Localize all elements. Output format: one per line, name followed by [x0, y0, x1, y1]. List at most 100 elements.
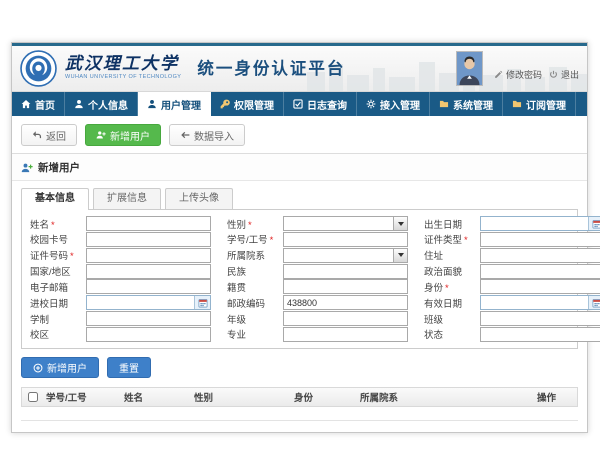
field-input-student-employee-id[interactable] — [283, 232, 408, 247]
form-actions: 新增用户 重置 — [21, 357, 578, 378]
form-field-row: 年级 — [227, 311, 408, 326]
add-user-toolbar-button[interactable]: 新增用户 — [85, 124, 161, 146]
field-label-valid-date: 有效日期 — [424, 296, 480, 310]
select-all-checkbox[interactable] — [28, 392, 38, 402]
calendar-icon-entry-date[interactable] — [194, 296, 210, 309]
form-field-row: 班级 — [424, 311, 600, 326]
nav-item-personal-info[interactable]: 个人信息 — [65, 92, 138, 116]
tab-basic-info[interactable]: 基本信息 — [21, 188, 89, 210]
form-field-row: 学号/工号* — [227, 232, 408, 247]
form-field-row: 证件类型* — [424, 232, 600, 247]
form-field-row: 政治面貌 — [424, 264, 600, 279]
table-header-6: 操作 — [535, 390, 577, 404]
folder-icon — [439, 99, 449, 109]
field-input-major[interactable] — [283, 327, 408, 342]
dropdown-arrow-department[interactable] — [393, 249, 407, 262]
required-asterisk: * — [51, 220, 55, 231]
add-user-toolbar-label: 新增用户 — [110, 128, 150, 143]
import-arrow-icon — [180, 130, 190, 140]
nav-item-log-query[interactable]: 日志查询 — [284, 92, 357, 116]
check-square-icon — [293, 99, 303, 109]
field-input-country-region[interactable] — [86, 264, 211, 279]
form-tabs: 基本信息 扩展信息 上传头像 — [21, 188, 578, 209]
field-input-id-number[interactable] — [86, 248, 211, 263]
field-input-address[interactable] — [480, 248, 600, 263]
field-input-postal-code[interactable] — [283, 295, 408, 310]
dropdown-arrow-gender[interactable] — [393, 217, 407, 230]
tab-extended-info[interactable]: 扩展信息 — [93, 188, 161, 209]
form-field-row: 专业 — [227, 327, 408, 342]
field-input-entry-date[interactable] — [86, 295, 211, 310]
nav-item-access-management[interactable]: 接入管理 — [357, 92, 430, 116]
form-field-row: 邮政编码 — [227, 295, 408, 310]
form-field-row: 进校日期 — [30, 295, 211, 310]
reset-button[interactable]: 重置 — [107, 357, 151, 378]
field-input-political-status[interactable] — [480, 264, 600, 279]
field-input-email[interactable] — [86, 279, 211, 294]
field-label-native-place: 籍贯 — [227, 280, 283, 294]
field-label-address: 住址 — [424, 248, 480, 262]
data-import-label: 数据导入 — [194, 128, 234, 143]
nav-bar: 首页 个人信息 用户管理 权限管理 日志查询 接入管理 系统管理 订阅管理 — [12, 92, 587, 116]
field-input-grade[interactable] — [283, 311, 408, 326]
form-field-row: 住址 — [424, 248, 600, 263]
reset-button-label: 重置 — [119, 360, 139, 375]
header-actions: 修改密码 退出 — [456, 46, 579, 91]
field-input-campus-card-no[interactable] — [86, 232, 211, 247]
form-field-row: 学制 — [30, 311, 211, 326]
form-field-row: 身份* — [424, 279, 600, 294]
field-input-birth-date[interactable] — [480, 216, 600, 231]
tab-upload-avatar[interactable]: 上传头像 — [165, 188, 233, 209]
field-label-campus: 校区 — [30, 327, 86, 341]
nav-item-home[interactable]: 首页 — [12, 92, 65, 116]
data-import-button[interactable]: 数据导入 — [169, 124, 245, 146]
field-label-class: 班级 — [424, 312, 480, 326]
form-field-row: 校区 — [30, 327, 211, 342]
change-password-link[interactable]: 修改密码 — [494, 68, 542, 81]
table-empty-body — [21, 407, 578, 421]
nav-item-subscription-management[interactable]: 订阅管理 — [503, 92, 576, 116]
user-table: 学号/工号姓名性别身份所属院系操作 — [21, 387, 578, 421]
logout-label: 退出 — [561, 68, 579, 81]
table-header-2: 姓名 — [122, 390, 192, 404]
form-column: 姓名* 校园卡号 证件号码* 国家/地区 电子邮箱 进校日期 学制 校区 — [30, 216, 211, 342]
home-icon — [21, 99, 31, 109]
user-icon — [147, 99, 157, 109]
field-input-ethnicity[interactable] — [283, 264, 408, 279]
back-button-label: 返回 — [46, 128, 66, 143]
field-input-status[interactable] — [480, 327, 600, 342]
field-input-valid-date[interactable] — [480, 295, 600, 310]
back-button[interactable]: 返回 — [21, 124, 77, 146]
header: 武汉理工大学 WUHAN UNIVERSITY OF TECHNOLOGY 统一… — [12, 46, 587, 92]
form-field-row: 出生日期 — [424, 216, 600, 231]
table-header-4: 身份 — [292, 390, 358, 404]
field-input-department[interactable] — [283, 248, 408, 263]
field-input-campus[interactable] — [86, 327, 211, 342]
field-input-native-place[interactable] — [283, 279, 408, 294]
submit-add-user-button[interactable]: 新增用户 — [21, 357, 99, 378]
field-input-identity[interactable] — [480, 279, 600, 294]
field-input-gender[interactable] — [283, 216, 408, 231]
nav-item-permission-management[interactable]: 权限管理 — [211, 92, 284, 116]
nav-item-user-management[interactable]: 用户管理 — [138, 92, 211, 116]
back-arrow-icon — [32, 130, 42, 140]
field-input-class[interactable] — [480, 311, 600, 326]
calendar-icon-valid-date[interactable] — [588, 296, 600, 309]
form-field-row: 姓名* — [30, 216, 211, 231]
field-input-id-type[interactable] — [480, 232, 600, 247]
calendar-icon-birth-date[interactable] — [588, 217, 600, 230]
logout-link[interactable]: 退出 — [549, 68, 579, 81]
platform-title: 统一身份认证平台 — [197, 55, 345, 79]
field-input-name[interactable] — [86, 216, 211, 231]
folder-icon — [512, 99, 522, 109]
user-avatar — [456, 51, 483, 86]
form-column: 性别* 学号/工号* 所属院系 民族 籍贯 邮政编码 年级 专业 — [227, 216, 408, 342]
field-label-id-number: 证件号码* — [30, 248, 86, 262]
nav-item-system-management[interactable]: 系统管理 — [430, 92, 503, 116]
form-column: 出生日期 证件类型* 住址 政治面貌 身份* 有效日期 班级 状态 — [424, 216, 600, 342]
table-header-row: 学号/工号姓名性别身份所属院系操作 — [21, 387, 578, 407]
pencil-icon — [494, 70, 503, 79]
field-input-study-length[interactable] — [86, 311, 211, 326]
field-label-ethnicity: 民族 — [227, 264, 283, 278]
field-label-id-type: 证件类型* — [424, 232, 480, 246]
